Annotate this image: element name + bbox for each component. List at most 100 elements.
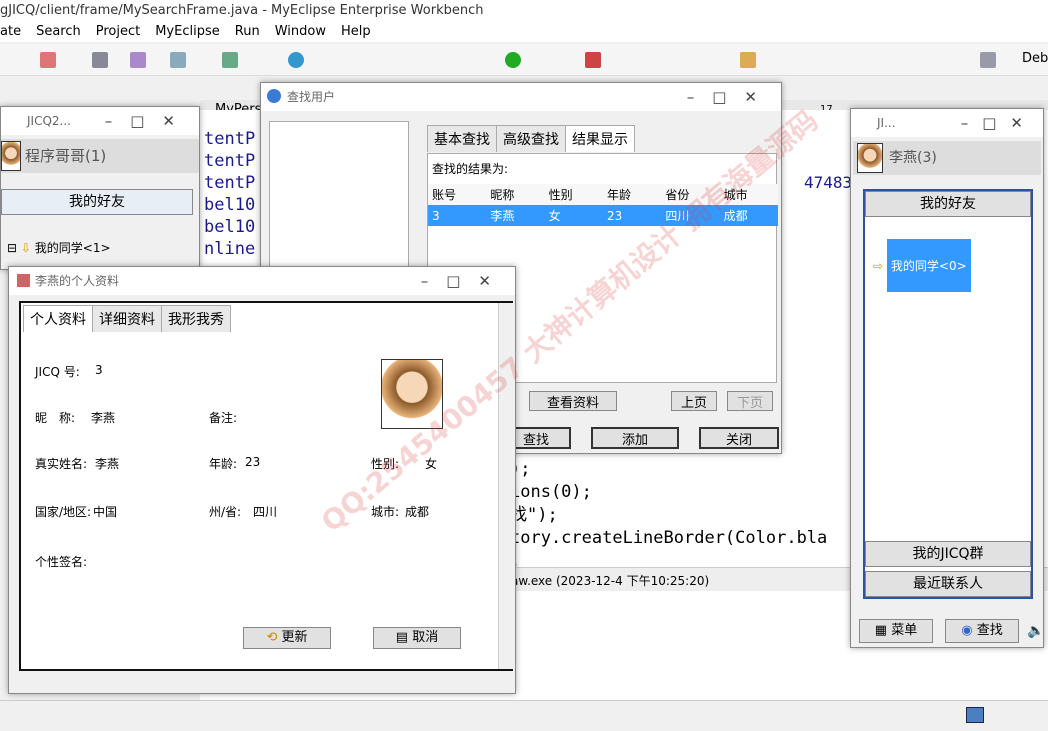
menu-item[interactable]: Project bbox=[96, 24, 140, 39]
profile-title-bar: 李燕的个人资料 –□✕ bbox=[9, 267, 515, 295]
menu-item[interactable]: MyEclipse bbox=[155, 24, 220, 39]
recent-contacts-button[interactable]: 最近联系人 bbox=[865, 571, 1031, 597]
signature-label: 个性签名: bbox=[35, 555, 88, 569]
java-icon bbox=[17, 274, 30, 287]
right-user-name: 李燕(3) bbox=[889, 150, 937, 166]
view-profile-button[interactable]: 查看资料 bbox=[529, 391, 617, 411]
code-left: tentP tentP tentP bel10 bel10 nline bbox=[204, 129, 256, 259]
console-view-icon[interactable] bbox=[966, 707, 984, 723]
next-page-button[interactable]: 下页 bbox=[727, 391, 773, 411]
menu-button[interactable]: ▦ 菜单 bbox=[859, 619, 933, 643]
right-friend-list: 我的好友 ⇨ 我的同学<0> 我的JICQ群 最近联系人 bbox=[863, 189, 1033, 599]
nick-label: 昵 称: bbox=[35, 411, 76, 425]
result-label: 查找的结果为: bbox=[432, 162, 509, 176]
search-tab[interactable]: 结果显示 bbox=[565, 125, 635, 152]
city-label: 城市: bbox=[371, 505, 400, 519]
state-value: 四川 bbox=[253, 505, 278, 519]
avatar bbox=[1, 141, 21, 171]
jicq-value: 3 bbox=[95, 363, 103, 377]
state-label: 州/省: bbox=[209, 505, 242, 519]
ide-title: gJICQ/client/frame/MySearchFrame.java - … bbox=[0, 3, 484, 18]
left-group-item[interactable]: ⊟ ⇩ 我的同学<1> bbox=[7, 239, 111, 256]
globe-icon[interactable] bbox=[288, 52, 304, 68]
search-title-bar: 查找用户 –□✕ bbox=[261, 83, 781, 111]
toolbar-icon[interactable] bbox=[585, 52, 601, 68]
age-label: 年龄: bbox=[209, 457, 238, 471]
country-label: 国家/地区: bbox=[35, 505, 92, 519]
profile-title: 李燕的个人资料 bbox=[35, 274, 120, 288]
debug-perspective[interactable]: Deb bbox=[1022, 51, 1048, 66]
left-chat-window: JICQ2... –□✕ 程序哥哥(1) 我的好友 ⊟ ⇩ 我的同学<1> bbox=[0, 106, 200, 270]
real-name-value: 李燕 bbox=[95, 457, 120, 471]
column-header[interactable]: 省份 bbox=[661, 184, 719, 205]
console-label: aw.exe (2023-12-4 下午10:25:20) bbox=[511, 574, 710, 588]
toolbar-icon[interactable] bbox=[92, 52, 108, 68]
search-icon bbox=[267, 89, 281, 103]
right-group-item[interactable]: ⇨ 我的同学<0> bbox=[873, 239, 971, 292]
add-button[interactable]: 添加 bbox=[591, 427, 679, 449]
menu-item[interactable]: Run bbox=[235, 24, 260, 39]
table-cell: 3 bbox=[432, 208, 440, 223]
jicq-label: JICQ 号: bbox=[35, 365, 80, 379]
right-chat-window: JI... –□✕ 李燕(3) 我的好友 ⇨ 我的同学<0> 我的JICQ群 最近… bbox=[850, 108, 1044, 648]
cancel-button[interactable]: ▤ 取消 bbox=[373, 627, 461, 649]
city-value: 成都 bbox=[405, 505, 430, 519]
prev-page-button[interactable]: 上页 bbox=[671, 391, 717, 411]
sex-value: 女 bbox=[425, 457, 438, 471]
table-cell: 成都 bbox=[723, 209, 748, 223]
left-user-name: 程序哥哥(1) bbox=[25, 147, 107, 165]
menu-item[interactable]: Search bbox=[36, 24, 81, 39]
toolbar-icon[interactable] bbox=[130, 52, 146, 68]
jicq-group-button[interactable]: 我的JICQ群 bbox=[865, 541, 1031, 567]
code-lower: 12)); ); ions(0); 找"); tory.createLineBo… bbox=[510, 436, 828, 571]
search-tab[interactable]: 基本查找 bbox=[427, 125, 497, 152]
right-user-box[interactable]: 李燕(3) bbox=[853, 141, 1041, 175]
menu-item[interactable]: Help bbox=[341, 24, 371, 39]
update-button[interactable]: ⟲ 更新 bbox=[243, 627, 331, 649]
table-cell: 23 bbox=[606, 208, 623, 223]
scrollbar[interactable] bbox=[498, 303, 513, 669]
table-cell: 四川 bbox=[665, 209, 690, 223]
left-user-box[interactable]: 程序哥哥(1) bbox=[1, 139, 199, 173]
right-find-button[interactable]: ◉ 查找 bbox=[945, 619, 1019, 643]
profile-tab[interactable]: 我形我秀 bbox=[161, 305, 231, 332]
profile-avatar bbox=[381, 359, 443, 429]
perspective-icon[interactable] bbox=[980, 52, 996, 68]
age-value: 23 bbox=[245, 455, 261, 469]
column-header[interactable]: 年龄 bbox=[603, 184, 661, 205]
remark-label: 备注: bbox=[209, 411, 238, 425]
folder-icon[interactable] bbox=[740, 52, 756, 68]
search-title: 查找用户 bbox=[287, 90, 336, 104]
column-header[interactable]: 城市 bbox=[720, 184, 778, 205]
column-header[interactable]: 性别 bbox=[545, 184, 603, 205]
ide-toolbar: Deb bbox=[0, 44, 1048, 76]
ide-title-bar: gJICQ/client/frame/MySearchFrame.java - … bbox=[0, 0, 1048, 22]
column-header[interactable]: 昵称 bbox=[486, 184, 544, 205]
real-name-label: 真实姓名: bbox=[35, 457, 88, 471]
toolbar-icon[interactable] bbox=[40, 52, 56, 68]
search-tabs: 基本查找 高级查找 结果显示 bbox=[427, 125, 635, 152]
right-chat-title: JI... –□✕ bbox=[851, 109, 1043, 137]
country-value: 中国 bbox=[93, 505, 118, 519]
ide-menu-bar: ate Search Project MyEclipse Run Window Help bbox=[0, 22, 1048, 42]
search-tab[interactable]: 高级查找 bbox=[496, 125, 566, 152]
toolbar-icon[interactable] bbox=[170, 52, 186, 68]
left-friends-button[interactable]: 我的好友 bbox=[1, 189, 193, 215]
profile-tab[interactable]: 详细资料 bbox=[92, 305, 162, 332]
right-friends-button[interactable]: 我的好友 bbox=[865, 191, 1031, 217]
nick-value: 李燕 bbox=[91, 411, 116, 425]
avatar bbox=[857, 143, 883, 173]
menu-item[interactable]: Window bbox=[275, 24, 326, 39]
status-bar bbox=[0, 700, 1048, 731]
menu-item[interactable]: ate bbox=[0, 24, 21, 39]
result-table: 账号 昵称 性别 年龄 省份 城市 3 李燕 女 23 四川 成都 bbox=[428, 184, 778, 226]
speaker-icon[interactable]: 🔈 bbox=[1027, 623, 1044, 639]
profile-panel: 个人资料 详细资料 我形我秀 JICQ 号: 3 昵 称: 李燕 备注: 真实姓名:… bbox=[19, 301, 513, 671]
run-icon[interactable] bbox=[505, 52, 521, 68]
profile-window: 李燕的个人资料 –□✕ 个人资料 详细资料 我形我秀 JICQ 号: 3 昵 称: 李… bbox=[8, 266, 516, 694]
profile-tab[interactable]: 个人资料 bbox=[23, 305, 93, 332]
toolbar-icon[interactable] bbox=[222, 52, 238, 68]
table-row[interactable]: 3 李燕 女 23 四川 成都 bbox=[428, 205, 778, 226]
column-header[interactable]: 账号 bbox=[428, 184, 486, 205]
close-button[interactable]: 关闭 bbox=[699, 427, 779, 449]
